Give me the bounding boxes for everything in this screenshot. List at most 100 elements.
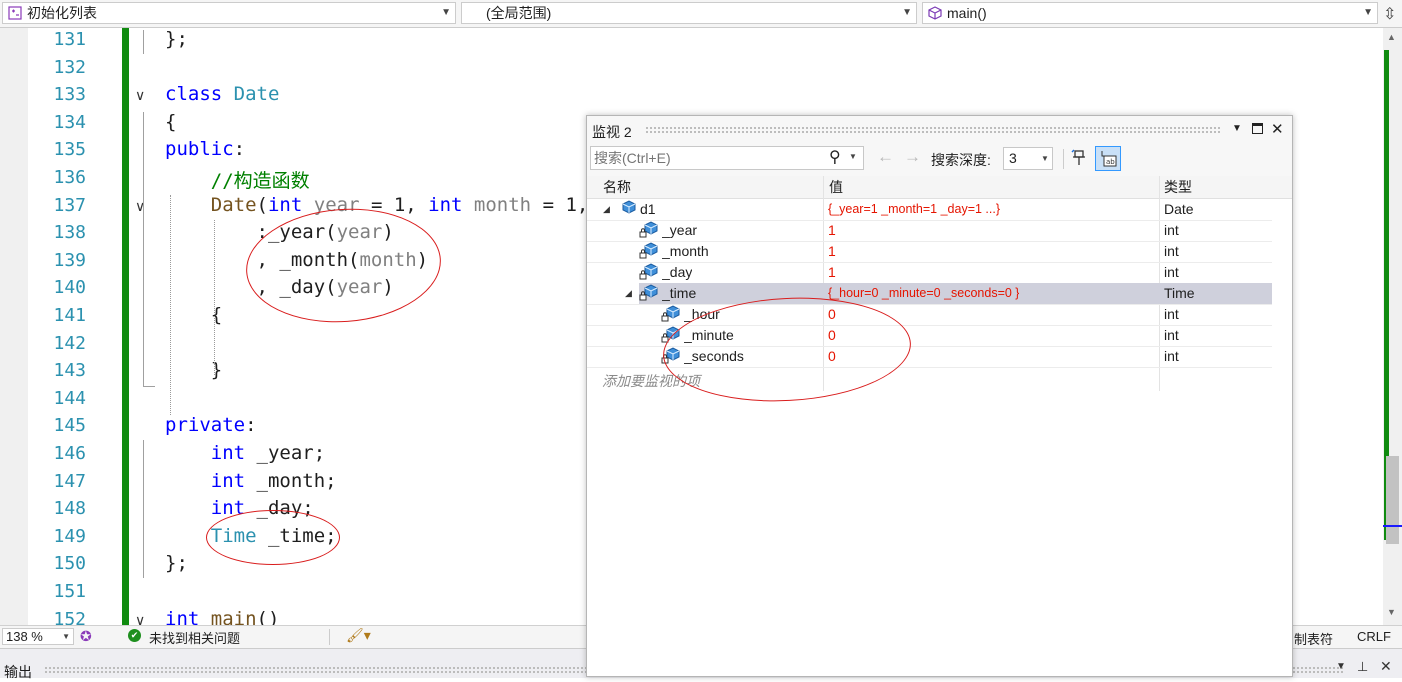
divider — [1063, 149, 1064, 169]
hex-display-toggle[interactable]: ab — [1095, 146, 1121, 171]
watch-type: int — [1164, 264, 1179, 280]
expand-toggle-icon[interactable]: ◢ — [603, 199, 610, 220]
column-header-value[interactable]: 值 — [829, 176, 843, 198]
line-number: 144 — [53, 387, 86, 409]
column-header-type[interactable]: 类型 — [1164, 176, 1192, 198]
scroll-up-icon[interactable]: ▲ — [1387, 32, 1396, 42]
member-dropdown[interactable]: main() ▼ — [922, 2, 1378, 24]
intellicode-icon[interactable]: ✪ — [80, 628, 92, 645]
watch-search-box[interactable]: ⚲ ▼ — [590, 146, 864, 170]
split-window-icon[interactable]: ⇳ — [1383, 4, 1396, 24]
code-line[interactable]: { — [165, 111, 176, 133]
member-label: main() — [947, 5, 987, 21]
code-line[interactable]: }; — [165, 28, 188, 50]
annotation-circle — [206, 510, 340, 565]
watch-type: int — [1164, 306, 1179, 322]
search-depth-label: 搜索深度: — [931, 152, 991, 168]
pin-to-source-icon[interactable] — [1071, 149, 1087, 167]
line-number: 142 — [53, 332, 86, 354]
maximize-icon[interactable] — [1252, 123, 1263, 134]
watch-row[interactable]: ◢ d1 {_year=1 _month=1 _day=1 ...} Date — [587, 199, 1272, 221]
indent-guide — [170, 195, 171, 415]
pin-icon[interactable]: ⊥ — [1357, 659, 1368, 675]
chevron-down-icon: ▼ — [902, 7, 912, 18]
divider — [329, 629, 330, 645]
code-token: _month; — [245, 469, 337, 492]
code-token: ( — [256, 193, 268, 216]
close-icon[interactable]: ✕ — [1380, 658, 1392, 675]
vertical-scrollbar[interactable]: ▲ ▼ — [1383, 28, 1402, 625]
line-number: 133 — [53, 84, 86, 106]
code-token: int — [267, 193, 303, 216]
search-depth-select[interactable]: 3 ▼ — [1003, 147, 1053, 170]
watch-window: 监视 2 ▼ ✕ ⚲ ▼ ← → 搜索深度: 3 ▼ ab 名称 值 类型 — [586, 115, 1293, 677]
forward-arrow-icon[interactable]: → — [904, 147, 921, 167]
code-line[interactable]: //构造函数 — [165, 166, 310, 193]
output-panel-title[interactable]: 输出 — [4, 662, 32, 682]
watch-value[interactable]: {_hour=0 _minute=0 _seconds=0 } — [828, 283, 1019, 304]
watch-value[interactable]: 1 — [828, 241, 836, 262]
scroll-down-icon[interactable]: ▼ — [1387, 607, 1396, 617]
line-number: 137 — [53, 194, 86, 216]
search-icon[interactable]: ⚲ — [829, 147, 841, 167]
code-line[interactable]: public: — [165, 138, 245, 160]
fold-collapse-icon[interactable]: ∨ — [135, 87, 145, 104]
search-depth-value: 3 — [1009, 150, 1017, 166]
code-line[interactable]: int _year; — [165, 442, 325, 464]
code-line[interactable]: private: — [165, 414, 257, 436]
watch-titlebar[interactable]: 监视 2 ▼ ✕ — [587, 116, 1292, 144]
chevron-down-icon: ▼ — [441, 7, 451, 18]
watch-row[interactable]: _month 1 int — [587, 241, 1272, 263]
code-token: //构造函数 — [165, 170, 310, 192]
code-token: int — [165, 607, 200, 625]
project-dropdown[interactable]: 初始化列表 ▼ — [2, 2, 456, 24]
code-line[interactable]: }; — [165, 552, 188, 574]
chevron-down-icon[interactable]: ▼ — [849, 152, 857, 161]
watch-value[interactable]: {_year=1 _month=1 _day=1 ...} — [828, 199, 1000, 220]
tabs-indicator[interactable]: 制表符 — [1294, 629, 1333, 648]
back-arrow-icon[interactable]: ← — [877, 147, 894, 167]
line-ending-indicator[interactable]: CRLF — [1357, 629, 1391, 644]
drag-grip[interactable] — [645, 126, 1220, 134]
scope-dropdown[interactable]: (全局范围) ▼ — [461, 2, 917, 24]
chevron-down-icon[interactable]: ▼ — [1336, 661, 1346, 672]
close-icon[interactable]: ✕ — [1271, 120, 1284, 138]
indent-guide — [143, 112, 144, 387]
watch-name: d1 — [640, 201, 656, 217]
expand-toggle-icon[interactable]: ◢ — [625, 283, 632, 304]
watch-row[interactable]: _year 1 int — [587, 220, 1272, 242]
watch-type: int — [1164, 348, 1179, 364]
watch-value[interactable]: 1 — [828, 262, 836, 283]
line-number: 146 — [53, 443, 86, 464]
chevron-down-icon: ▼ — [1363, 7, 1373, 18]
line-number: 145 — [53, 415, 86, 437]
issues-status[interactable]: 未找到相关问题 — [149, 628, 240, 647]
indent-guide — [214, 220, 215, 375]
watch-row[interactable]: _day 1 int — [587, 262, 1272, 284]
code-token: public — [165, 138, 234, 161]
fold-collapse-icon[interactable]: ∨ — [135, 612, 145, 625]
navigation-bar: 初始化列表 ▼ (全局范围) ▼ main() ▼ ⇳ — [0, 0, 1402, 28]
line-number: 136 — [53, 167, 86, 188]
check-icon: ✔ — [128, 629, 141, 642]
scroll-thumb[interactable] — [1386, 456, 1399, 544]
watch-value[interactable]: 1 — [828, 220, 836, 241]
watch-type: int — [1164, 222, 1179, 238]
window-menu-icon[interactable]: ▼ — [1232, 123, 1242, 134]
cleanup-brush-icon[interactable]: 🖌▾ — [346, 627, 371, 644]
zoom-dropdown[interactable]: 138 % ▼ — [2, 628, 74, 645]
private-field-icon — [639, 284, 658, 301]
watch-row[interactable]: ◢ _time {_hour=0 _minute=0 _seconds=0 } Tim… — [587, 283, 1272, 305]
chevron-down-icon: ▼ — [1041, 154, 1049, 163]
editor-margin — [0, 28, 28, 625]
code-line[interactable]: int _month; — [165, 470, 337, 492]
watch-grid: 名称 值 类型 ◢ d1 {_year=1 _month=1 _day=1 ...}… — [587, 176, 1292, 676]
watch-search-input[interactable] — [594, 148, 814, 167]
code-line[interactable]: int main() — [165, 608, 279, 625]
column-header-name[interactable]: 名称 — [603, 176, 631, 198]
code-line[interactable]: class Date — [165, 83, 279, 105]
line-number: 150 — [53, 553, 86, 575]
